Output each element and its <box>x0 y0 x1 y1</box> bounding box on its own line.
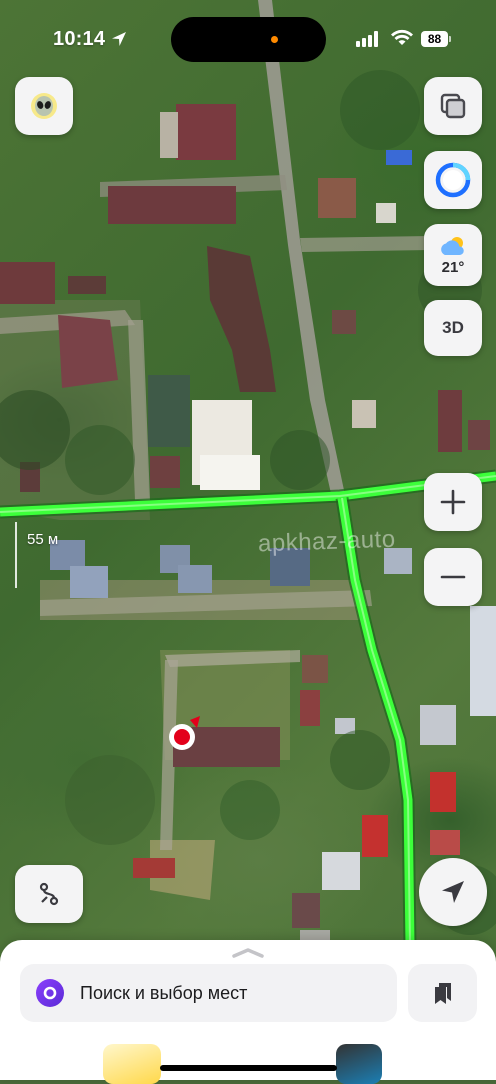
alien-mode-button[interactable] <box>15 77 73 135</box>
partly-cloudy-icon <box>441 236 464 255</box>
alice-icon[interactable] <box>36 979 64 1007</box>
alice-assistant-button[interactable] <box>424 151 482 209</box>
route-button[interactable] <box>15 865 83 923</box>
dynamic-island <box>171 17 326 62</box>
location-services-icon <box>112 32 126 46</box>
wifi-icon <box>391 29 413 45</box>
search-input[interactable]: Поиск и выбор мест <box>20 964 397 1022</box>
bottom-sheet[interactable]: Поиск и выбор мест <box>0 940 496 1084</box>
sheet-grabber-chevron-icon[interactable] <box>232 948 264 958</box>
cellular-signal-icon <box>356 31 378 47</box>
map-watermark: apkhaz-auto <box>257 525 397 558</box>
shortcut-tile[interactable] <box>103 1044 161 1084</box>
route-icon <box>39 882 59 906</box>
plus-icon <box>440 489 466 515</box>
battery-indicator: 88 <box>421 31 451 47</box>
zoom-out-button[interactable] <box>424 548 482 606</box>
layers-button[interactable] <box>424 77 482 135</box>
home-indicator[interactable] <box>160 1065 337 1071</box>
search-placeholder: Поиск и выбор мест <box>80 982 248 1003</box>
my-location-button[interactable] <box>419 858 487 926</box>
bookmarks-button[interactable] <box>408 964 477 1022</box>
privacy-indicator-dot <box>271 36 278 43</box>
shortcut-tile[interactable] <box>336 1044 382 1084</box>
alice-assistant-icon <box>435 162 471 198</box>
map-scale-bar <box>15 522 17 588</box>
alien-icon <box>31 93 57 119</box>
minus-icon <box>440 575 466 579</box>
alice-ring-icon <box>43 986 57 1000</box>
weather-temperature: 21° <box>441 258 465 276</box>
zoom-in-button[interactable] <box>424 473 482 531</box>
layers-icon <box>440 93 466 119</box>
3d-toggle-button[interactable]: 3D <box>424 300 482 356</box>
bookmarks-icon <box>434 983 451 1004</box>
navigation-arrow-icon <box>442 881 464 903</box>
weather-button[interactable]: 21° <box>424 224 482 286</box>
map-scale-label: 55 м <box>27 531 59 548</box>
status-time: 10:14 <box>53 28 106 50</box>
